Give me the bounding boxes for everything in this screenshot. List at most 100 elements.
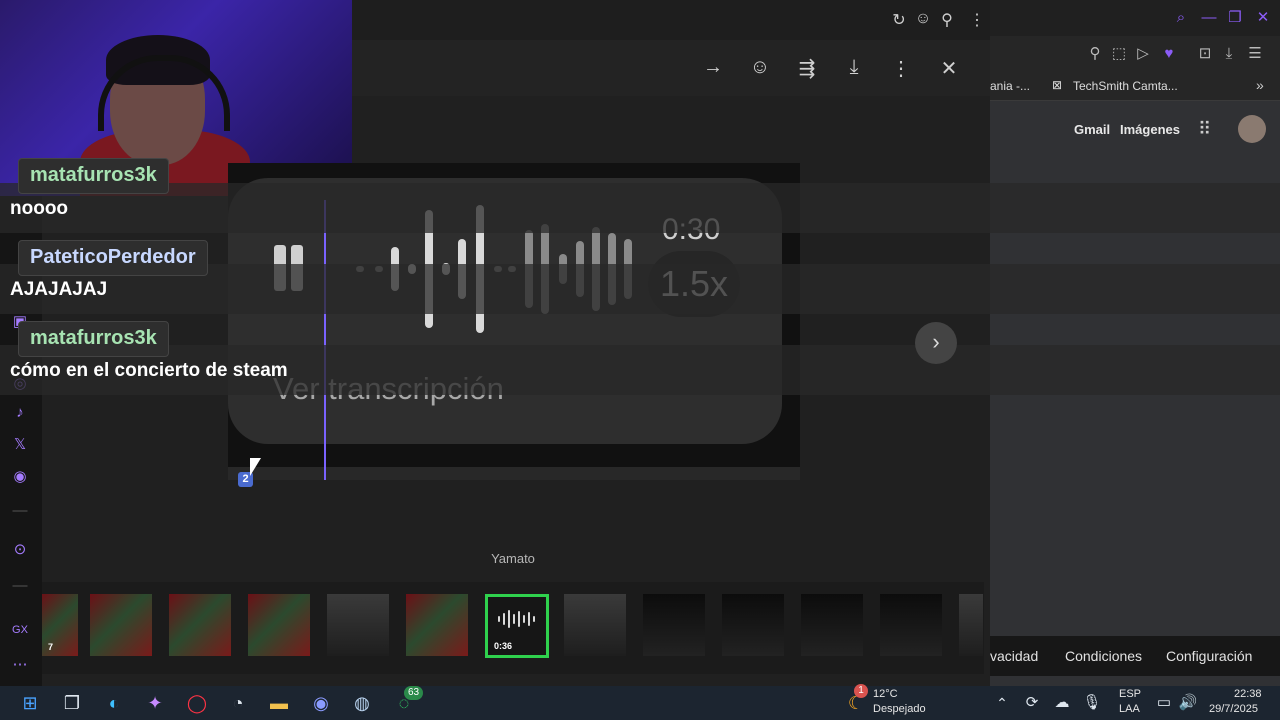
bookmark-item[interactable]: ania -... [990, 79, 1030, 93]
pin-icon[interactable]: ⚲ [1086, 46, 1104, 62]
chat-message: noooo [10, 198, 69, 219]
chat-message: AJAJAJAJ [10, 279, 108, 300]
thumbnail[interactable] [169, 594, 231, 656]
weather-badge: 1 [854, 684, 868, 698]
weather-desc[interactable]: Despejado [873, 703, 926, 715]
menu-icon[interactable]: ☰ [1246, 46, 1264, 62]
chat-message: cómo en el concierto de steam [10, 360, 288, 381]
browser-window: ⌕ — ❐ ✕ ⚲ ⬚ ▷ ♥ ⊡ ⤓ ☰ ania -... ⊠ TechSm… [990, 0, 1280, 686]
waveform-bar [528, 612, 530, 626]
thumbnail-label: 7 [48, 642, 54, 652]
language-indicator[interactable]: LAA [1119, 703, 1140, 715]
snapshot-icon[interactable]: ⬚ [1110, 46, 1128, 62]
opera-gx-icon[interactable]: ◯ [183, 689, 211, 717]
close-window-icon[interactable]: ✕ [1254, 10, 1272, 26]
chat-band [0, 183, 1280, 233]
more-icon[interactable]: ⋯ [10, 655, 30, 673]
avatar[interactable] [1238, 115, 1266, 143]
windows-start-icon[interactable]: ⊞ [16, 689, 44, 717]
settings-link[interactable]: Configuración [1166, 648, 1252, 664]
file-explorer-icon[interactable]: ▬ [265, 689, 293, 717]
images-link[interactable]: Imágenes [1120, 122, 1180, 137]
heart-icon[interactable]: ♥ [1160, 46, 1178, 62]
thumbnail-label: 0:36 [494, 641, 513, 651]
browser-toolbar: ⚲ ⬚ ▷ ♥ ⊡ ⤓ ☰ [990, 36, 1280, 72]
thumbnail[interactable] [564, 594, 626, 656]
discord-icon[interactable]: ◉ [307, 689, 335, 717]
restore-icon[interactable]: ❐ [1226, 10, 1244, 26]
onedrive-icon[interactable]: ☁ [1048, 689, 1076, 717]
forward-icon[interactable]: → [698, 56, 728, 79]
divider: — [12, 502, 28, 519]
waveform-bar [518, 611, 520, 627]
thumbnail-strip: 7 0:36 [42, 582, 984, 674]
privacy-link[interactable]: vacidad [990, 648, 1038, 664]
copilot-icon[interactable]: ✦ [141, 689, 169, 717]
more-icon[interactable]: ⋮ [886, 56, 916, 81]
thumbnail[interactable] [880, 594, 942, 656]
discord-icon[interactable]: ◉ [10, 467, 30, 485]
progress-line [324, 200, 326, 480]
react-icon[interactable]: ☺ [745, 56, 775, 79]
bookmark-item[interactable]: TechSmith Camta... [1073, 79, 1178, 93]
chat-username: matafurros3k [18, 321, 169, 357]
clock-date[interactable]: 29/7/2025 [1209, 703, 1258, 715]
waveform-bar [533, 616, 535, 622]
waveform-bar [503, 613, 505, 625]
weather-temp[interactable]: 12°C [873, 688, 898, 700]
browser-titlebar: ⌕ — ❐ ✕ [990, 0, 1280, 36]
play-icon[interactable]: ▷ [1134, 46, 1152, 62]
steam-icon[interactable]: ◍ [348, 689, 376, 717]
chevron-up-icon[interactable]: ⌃ [988, 689, 1016, 717]
media-caption: Yamato [491, 551, 535, 566]
scrub-bar[interactable] [228, 467, 800, 480]
download-icon[interactable]: ⤓ [839, 56, 869, 79]
minimize-icon[interactable]: — [1200, 10, 1218, 26]
mouse-cursor-icon [250, 458, 261, 476]
pin-icon[interactable]: ⚲ [932, 10, 962, 30]
tiktok-icon[interactable]: ♪ [10, 404, 30, 421]
edge-icon[interactable]: ◐ [100, 689, 128, 717]
share-icon[interactable]: ⇶ [792, 56, 822, 81]
apps-grid-icon[interactable]: ⠿ [1198, 119, 1211, 140]
more-bookmarks-icon[interactable]: » [1256, 77, 1264, 93]
divider: — [12, 577, 28, 594]
download-icon[interactable]: ⤓ [1220, 46, 1238, 62]
thumbnail[interactable] [722, 594, 784, 656]
thumbnail[interactable] [327, 594, 389, 656]
more-icon[interactable]: ⋮ [962, 10, 992, 30]
search-icon[interactable]: ⌕ [1172, 10, 1190, 26]
thumbnail[interactable] [959, 594, 983, 656]
gmail-link[interactable]: Gmail [1074, 122, 1110, 137]
clock-app-icon[interactable]: ◔ [224, 689, 252, 717]
volume-icon[interactable]: 🔊 [1174, 689, 1202, 717]
bookmarks-bar: ania -... ⊠ TechSmith Camta... » [990, 72, 1280, 101]
chat-username: PateticoPerdedor [18, 240, 208, 276]
clock-time[interactable]: 22:38 [1234, 688, 1262, 700]
waveform-bar [498, 616, 500, 622]
player-icon[interactable]: ⊙ [10, 540, 30, 558]
techsmith-icon: ⊠ [1052, 78, 1063, 92]
thumbnail[interactable] [90, 594, 152, 656]
thumbnail[interactable]: 0:36 [485, 594, 549, 658]
microphone-icon[interactable]: 🎙 [1078, 689, 1106, 717]
gx-icon[interactable]: GX [10, 624, 30, 636]
thumbnail[interactable] [248, 594, 310, 656]
thumbnail[interactable]: 7 [42, 594, 78, 656]
next-arrow-button[interactable]: › [915, 322, 957, 364]
chat-username: matafurros3k [18, 158, 169, 194]
terms-link[interactable]: Condiciones [1065, 648, 1142, 664]
x-icon[interactable]: 𝕏 [10, 435, 30, 453]
waveform-bar [523, 615, 525, 623]
thumbnail[interactable] [643, 594, 705, 656]
task-view-icon[interactable]: ❐ [58, 689, 86, 717]
sync-icon[interactable]: ⟳ [1018, 689, 1046, 717]
thumbnail[interactable] [801, 594, 863, 656]
thumbnail[interactable] [406, 594, 468, 656]
waveform-bar [513, 614, 515, 624]
wallet-icon[interactable]: ⊡ [1196, 46, 1214, 62]
waveform-bar [508, 610, 510, 628]
close-icon[interactable]: ✕ [934, 56, 964, 81]
whatsapp-badge: 63 [404, 686, 424, 700]
language-indicator[interactable]: ESP [1119, 688, 1141, 700]
